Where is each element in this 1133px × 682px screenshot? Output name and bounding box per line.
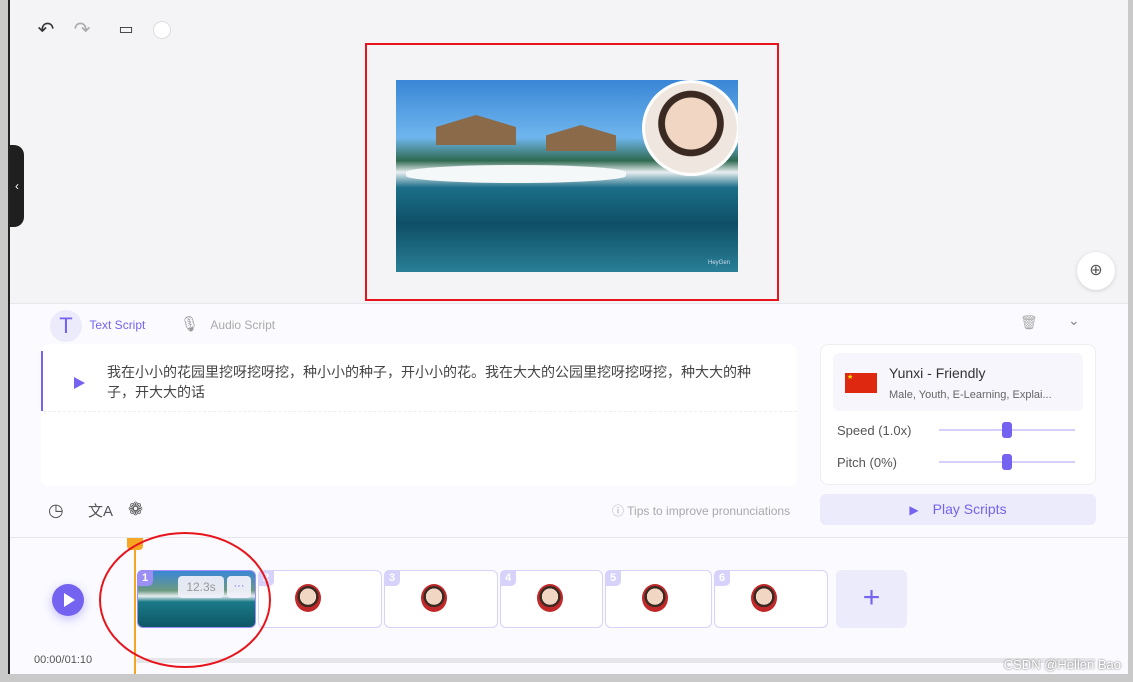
add-scene-button[interactable]: + bbox=[836, 570, 907, 628]
clip-number: 6 bbox=[714, 570, 730, 586]
scene-clip-4[interactable]: 4 bbox=[500, 570, 603, 628]
avatar-thumbnail bbox=[642, 584, 668, 612]
undo-icon[interactable]: ↶ bbox=[34, 18, 58, 42]
tab-label: Audio Script bbox=[210, 318, 276, 332]
clock-icon[interactable]: ◷ bbox=[48, 500, 64, 521]
chevron-down-icon[interactable]: ⌄ bbox=[1068, 312, 1080, 329]
play-button[interactable] bbox=[52, 584, 84, 616]
avatar-thumbnail bbox=[537, 584, 563, 612]
tab-text-script[interactable]: T Text Script bbox=[50, 310, 146, 342]
speed-label: Speed (1.0x) bbox=[837, 423, 912, 438]
voice-tags: Male, Youth, E-Learning, Explai... bbox=[889, 389, 1052, 401]
tips-text: Tips to improve pronunciations bbox=[627, 504, 791, 518]
avatar-thumbnail bbox=[421, 584, 447, 612]
avatar-thumbnail bbox=[295, 584, 321, 612]
tab-label: Text Script bbox=[89, 318, 146, 333]
pitch-slider[interactable] bbox=[939, 454, 1075, 470]
speed-slider-handle[interactable] bbox=[1002, 422, 1012, 438]
script-text[interactable]: 我在小小的花园里挖呀挖呀挖，种小小的种子，开小小的花。我在大大的公园里挖呀挖呀挖… bbox=[107, 362, 767, 402]
timeline-scrollbar[interactable] bbox=[136, 658, 1096, 663]
play-icon: ▶ bbox=[909, 503, 919, 517]
scene-clip-3[interactable]: 3 bbox=[384, 570, 498, 628]
clip-number: 3 bbox=[384, 570, 400, 586]
redo-icon[interactable]: ↷ bbox=[70, 18, 94, 42]
annotation-rectangle bbox=[365, 43, 779, 301]
scene-clip-6[interactable]: 6 bbox=[714, 570, 828, 628]
play-line-icon[interactable] bbox=[74, 377, 85, 389]
china-flag-icon: ★ bbox=[845, 373, 877, 393]
time-readout: 00:00/01:10 bbox=[34, 654, 93, 666]
clip-number: 5 bbox=[605, 570, 621, 586]
active-line-indicator bbox=[41, 351, 43, 411]
csdn-watermark: CSDN @Hellen Bao bbox=[1003, 657, 1121, 672]
circle-icon[interactable] bbox=[150, 18, 174, 42]
trash-icon[interactable]: 🗑 bbox=[1020, 314, 1038, 331]
voice-name: Yunxi - Friendly bbox=[889, 365, 986, 381]
scene-clip-2[interactable]: 2 bbox=[258, 570, 382, 628]
play-scripts-button[interactable]: ▶ Play Scripts bbox=[820, 494, 1096, 525]
annotation-ellipse bbox=[99, 532, 271, 668]
scene-clip-5[interactable]: 5 bbox=[605, 570, 712, 628]
clip-number: 4 bbox=[500, 570, 516, 586]
microphone-icon: 🎙 bbox=[180, 316, 200, 333]
avatar-thumbnail bbox=[751, 584, 777, 612]
play-scripts-label: Play Scripts bbox=[932, 501, 1007, 517]
script-input[interactable]: 我在小小的花园里挖呀挖呀挖，种小小的种子，开小小的花。我在大大的公园里挖呀挖呀挖… bbox=[41, 344, 797, 486]
voice-selector[interactable]: ★ Yunxi - Friendly Male, Youth, E-Learni… bbox=[833, 353, 1083, 411]
collapse-panel-button[interactable]: ‹ bbox=[10, 145, 24, 227]
divider bbox=[43, 411, 797, 412]
pitch-slider-handle[interactable] bbox=[1002, 454, 1012, 470]
voice-settings: ★ Yunxi - Friendly Male, Youth, E-Learni… bbox=[820, 344, 1096, 485]
text-icon: T bbox=[50, 310, 82, 342]
ai-assistant-icon[interactable]: ❁ bbox=[128, 499, 143, 520]
tab-audio-script[interactable]: 🎙 Audio Script bbox=[180, 310, 275, 340]
info-icon: ⓘ bbox=[612, 504, 625, 518]
script-editor: T Text Script 🎙 Audio Script 🗑 ⌄ 我在小小的花园… bbox=[10, 303, 1128, 537]
zoom-in-icon[interactable]: ⊕ bbox=[1077, 252, 1115, 290]
pitch-label: Pitch (0%) bbox=[837, 455, 897, 470]
speed-slider[interactable] bbox=[939, 422, 1075, 438]
translate-icon[interactable]: 文A bbox=[88, 500, 113, 521]
monitor-icon[interactable]: ▭ bbox=[114, 18, 138, 42]
tips-link[interactable]: ⓘ Tips to improve pronunciations bbox=[612, 502, 790, 519]
